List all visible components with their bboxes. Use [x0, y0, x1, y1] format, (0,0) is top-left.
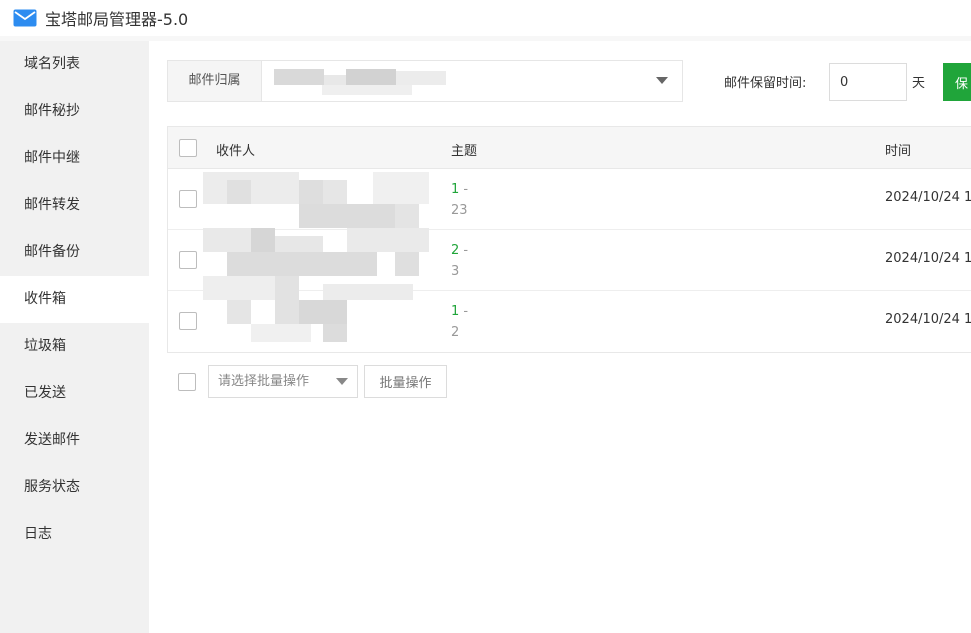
chevron-down-icon	[656, 77, 668, 84]
sidebar-item-compose[interactable]: 发送邮件	[0, 417, 149, 464]
subject-separator: -	[459, 304, 469, 319]
sidebar-item-sent[interactable]: 已发送	[0, 370, 149, 417]
retention-label: 邮件保留时间:	[724, 76, 807, 91]
save-button[interactable]: 保	[943, 63, 971, 101]
subject-sub: 23	[451, 203, 468, 218]
batch-operation-select[interactable]: 请选择批量操作	[208, 365, 358, 398]
chevron-down-icon	[336, 378, 348, 385]
sidebar-item-bcc[interactable]: 邮件秘抄	[0, 88, 149, 135]
sidebar-item-service-status[interactable]: 服务状态	[0, 464, 149, 511]
sidebar-item-backup[interactable]: 邮件备份	[0, 229, 149, 276]
row-checkbox[interactable]	[179, 251, 197, 269]
subject-sub: 2	[451, 325, 460, 340]
sidebar-item-logs[interactable]: 日志	[0, 511, 149, 558]
subject-separator: -	[459, 182, 469, 197]
header-subject: 主题	[451, 144, 478, 159]
redacted-owner	[274, 69, 324, 85]
table-header: 收件人 主题 时间	[168, 127, 971, 169]
retention-unit: 天	[912, 76, 926, 91]
subject-cell: 2 - 3	[451, 240, 468, 282]
time-cell: 2024/10/24 1	[885, 251, 971, 266]
sidebar: 域名列表 邮件秘抄 邮件中继 邮件转发 邮件备份 收件箱 垃圾箱 已发送 发送邮…	[0, 41, 149, 633]
sidebar-item-inbox[interactable]: 收件箱	[0, 276, 149, 323]
batch-select-all-checkbox[interactable]	[178, 373, 196, 391]
select-all-checkbox[interactable]	[179, 139, 197, 157]
batch-operation-button[interactable]: 批量操作	[364, 365, 447, 398]
header-time: 时间	[885, 144, 912, 159]
owner-select[interactable]	[262, 61, 682, 101]
row-checkbox[interactable]	[179, 312, 197, 330]
sidebar-item-relay[interactable]: 邮件中继	[0, 135, 149, 182]
subject-separator: -	[459, 243, 469, 258]
time-cell: 2024/10/24 1	[885, 312, 971, 327]
header-recipient: 收件人	[216, 144, 256, 159]
owner-filter: 邮件归属	[167, 60, 683, 102]
redacted-recipients	[203, 172, 429, 342]
retention-days-input[interactable]	[829, 63, 907, 101]
mail-icon	[13, 9, 37, 27]
row-checkbox[interactable]	[179, 190, 197, 208]
batch-select-placeholder: 请选择批量操作	[218, 374, 310, 389]
sidebar-item-domain-list[interactable]: 域名列表	[0, 41, 149, 88]
owner-label: 邮件归属	[168, 61, 262, 101]
subject-sub: 3	[451, 264, 460, 279]
title-bar: 宝塔邮局管理器-5.0	[0, 0, 971, 36]
filter-row: 邮件归属	[167, 60, 683, 102]
subject-cell: 1 - 23	[451, 179, 468, 221]
subject-cell: 1 - 2	[451, 301, 468, 343]
window-title: 宝塔邮局管理器-5.0	[45, 10, 189, 29]
time-cell: 2024/10/24 1	[885, 190, 971, 205]
sidebar-item-spam[interactable]: 垃圾箱	[0, 323, 149, 370]
sidebar-item-forward[interactable]: 邮件转发	[0, 182, 149, 229]
